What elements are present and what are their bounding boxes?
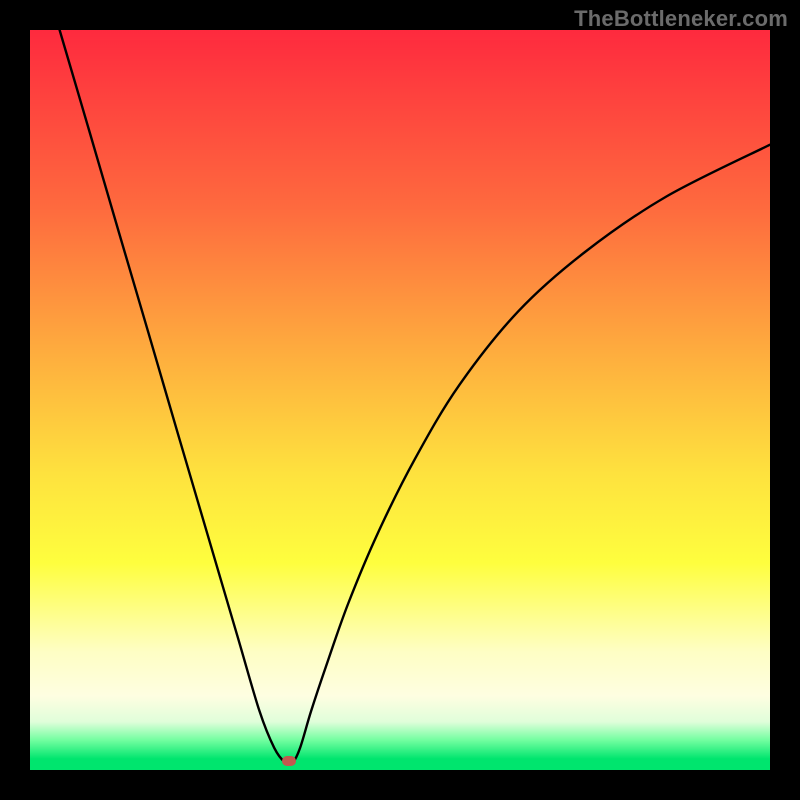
min-marker [282, 756, 296, 766]
watermark-text: TheBottleneker.com [574, 6, 788, 32]
plot-area [30, 30, 770, 770]
chart-curve [60, 30, 770, 764]
chart-frame: TheBottleneker.com [0, 0, 800, 800]
curve-svg [30, 30, 770, 770]
